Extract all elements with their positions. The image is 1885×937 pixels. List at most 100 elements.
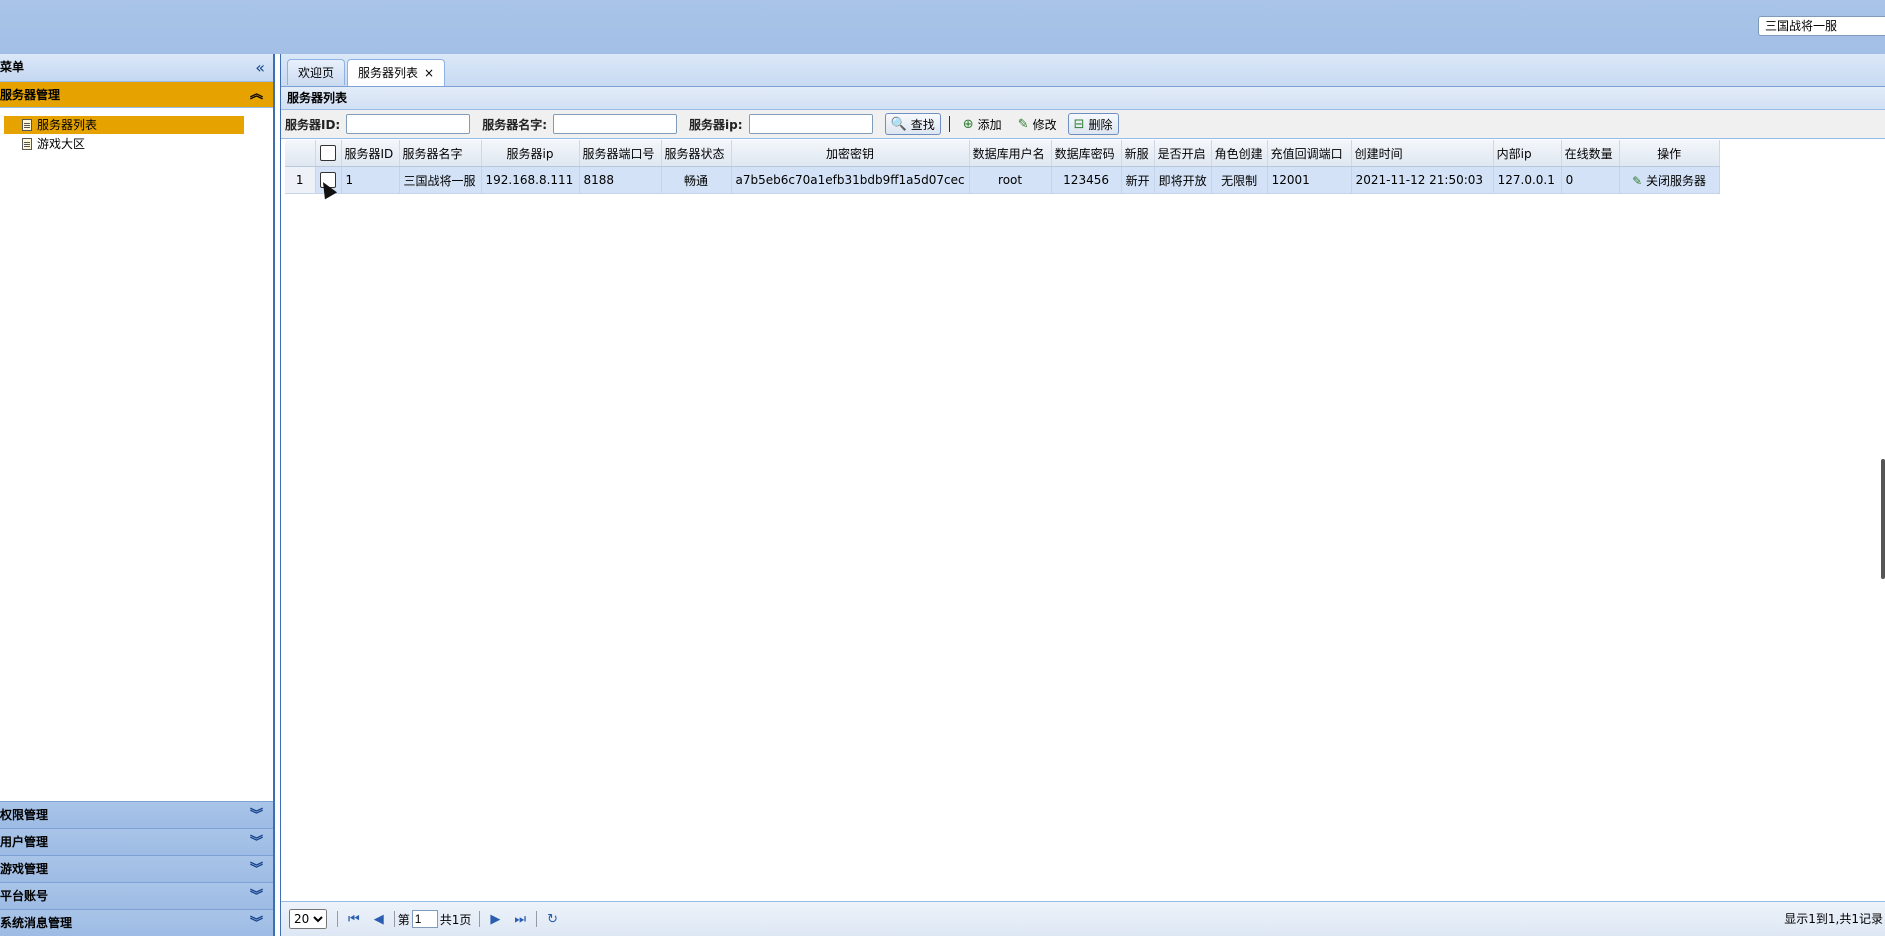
next-page-icon[interactable]: ▶ (490, 912, 500, 927)
sidebar-section-label: 游戏管理 (0, 862, 49, 876)
cell-open-status: 即将开放 (1154, 166, 1212, 194)
panel-title: 服务器列表 (281, 87, 1885, 110)
tree-item-label: 服务器列表 (37, 118, 98, 132)
sidebar-section-platform-accounts[interactable]: 平台账号 ︾ (0, 882, 273, 909)
column-header[interactable]: 数据库用户名 (969, 140, 1052, 167)
sidebar-section-label: 用户管理 (0, 835, 49, 849)
sidebar-title: 菜单 (0, 60, 25, 74)
sidebar-section-permissions[interactable]: 权限管理 ︾ (0, 801, 273, 828)
double-chevron-down-icon[interactable]: ︾ (250, 856, 263, 883)
server-ip-label: 服务器ip: (689, 117, 743, 132)
select-all-checkbox-cell[interactable] (315, 140, 342, 167)
row-number: 1 (285, 166, 316, 194)
scrollbar[interactable] (1881, 459, 1885, 579)
cell-online-count: 0 (1561, 166, 1620, 194)
cell-server-name: 三国战将一服 (399, 166, 482, 194)
refresh-icon[interactable]: ↻ (547, 912, 558, 927)
add-button-label: 添加 (977, 117, 1002, 132)
column-header[interactable]: 服务器ID (341, 140, 400, 167)
tab-strip: 欢迎页 服务器列表 × (281, 54, 1885, 87)
row-checkbox-cell[interactable] (315, 166, 342, 194)
column-header[interactable]: 充值回调端口 (1267, 140, 1352, 167)
select-all-checkbox[interactable] (320, 145, 336, 161)
sidebar-collapsed-sections: 权限管理 ︾ 用户管理 ︾ 游戏管理 ︾ 平台账号 ︾ 系统消息管理 ︾ (0, 801, 273, 936)
add-icon: ⊕ (962, 116, 974, 132)
row-checkbox[interactable] (320, 172, 336, 188)
table-row[interactable]: 1 1 三国战将一服 192.168.8.111 8188 畅通 a7b5eb6… (285, 166, 1720, 194)
pager-separator (337, 911, 338, 927)
sidebar-section-system-messages[interactable]: 系统消息管理 ︾ (0, 909, 273, 936)
edit-button[interactable]: ✎ 修改 (1013, 113, 1062, 135)
sidebar-section-label: 权限管理 (0, 808, 49, 822)
server-ip-input[interactable] (748, 114, 873, 134)
column-header[interactable]: 数据库密码 (1051, 140, 1122, 167)
rownum-header (285, 140, 316, 167)
double-chevron-down-icon[interactable]: ︾ (250, 883, 263, 910)
column-header[interactable]: 服务器状态 (661, 140, 732, 167)
double-chevron-down-icon[interactable]: ︾ (250, 802, 263, 829)
tab-welcome[interactable]: 欢迎页 (287, 59, 346, 85)
pager-separator (536, 911, 538, 927)
column-header[interactable]: 在线数量 (1561, 140, 1620, 167)
double-chevron-down-icon[interactable]: ︾ (250, 829, 263, 856)
search-button-label: 查找 (910, 117, 935, 132)
page-size-select[interactable]: 20 (289, 909, 327, 929)
toolbar-separator (948, 116, 950, 132)
search-toolbar: 服务器ID: 服务器名字: 服务器ip: 🔍 查找 ⊕ 添加 ✎ 修改 ⊟ 删除 (281, 110, 1885, 139)
prev-page-icon[interactable]: ◀ (374, 912, 384, 927)
pager-info: 显示1到1,共1记录 (1784, 912, 1883, 926)
tab-label: 欢迎页 (298, 66, 335, 80)
server-id-input[interactable] (346, 114, 471, 134)
column-header[interactable]: 服务器名字 (399, 140, 482, 167)
edit-button-label: 修改 (1032, 117, 1057, 132)
document-icon (22, 138, 32, 150)
delete-button-label: 删除 (1088, 117, 1113, 132)
sidebar-section-label: 系统消息管理 (0, 916, 73, 930)
add-button[interactable]: ⊕ 添加 (958, 113, 1007, 135)
sidebar-section-games[interactable]: 游戏管理 ︾ (0, 855, 273, 882)
tab-server-list[interactable]: 服务器列表 × (347, 59, 446, 86)
server-name-label: 服务器名字: (482, 117, 548, 132)
server-select[interactable]: 三国战将一服 (1758, 16, 1885, 36)
tree-item-server-list[interactable]: 服务器列表 (4, 116, 244, 134)
last-page-icon[interactable]: ⏭ (514, 912, 526, 927)
sidebar-section-label: 服务器管理 (0, 88, 61, 102)
column-header[interactable]: 是否开启 (1154, 140, 1212, 167)
sidebar-section-users[interactable]: 用户管理 ︾ (0, 828, 273, 855)
column-header[interactable]: 角色创建 (1211, 140, 1268, 167)
sidebar-tree: 服务器列表 游戏大区 (0, 108, 273, 153)
server-grid: 服务器ID 服务器名字 服务器ip 服务器端口号 服务器状态 加密密钥 数据库用… (285, 140, 1720, 194)
column-header[interactable]: 服务器端口号 (579, 140, 662, 167)
column-header[interactable]: 新服 (1121, 140, 1155, 167)
double-chevron-down-icon[interactable]: ︾ (250, 910, 263, 937)
sidebar-section-label: 平台账号 (0, 889, 49, 903)
column-header[interactable]: 创建时间 (1351, 140, 1494, 167)
close-server-link[interactable]: 关闭服务器 (1646, 174, 1706, 188)
column-header[interactable]: 加密密钥 (731, 140, 970, 167)
close-server-action[interactable]: ✎ 关闭服务器 (1619, 166, 1720, 194)
delete-button[interactable]: ⊟ 删除 (1067, 113, 1119, 135)
column-header[interactable]: 服务器ip (481, 140, 580, 167)
close-icon[interactable]: × (424, 66, 434, 80)
grid-header-row: 服务器ID 服务器名字 服务器ip 服务器端口号 服务器状态 加密密钥 数据库用… (285, 140, 1720, 167)
first-page-icon[interactable]: ⏮ (348, 912, 360, 927)
search-icon: 🔍 (890, 116, 907, 132)
cell-server-id: 1 (341, 166, 400, 194)
double-chevron-left-icon[interactable]: « (255, 54, 265, 81)
sidebar: 菜单 « 服务器管理 ︽ 服务器列表 游戏大区 权限管理 ︾ 用户管理 ︾ 游戏… (0, 54, 275, 936)
column-header[interactable]: 操作 (1619, 140, 1720, 167)
server-name-input[interactable] (553, 114, 678, 134)
pager-separator (393, 911, 395, 927)
search-button[interactable]: 🔍 查找 (884, 113, 941, 135)
sidebar-header: 菜单 « (0, 54, 273, 82)
tree-item-game-zone[interactable]: 游戏大区 (4, 135, 244, 153)
sidebar-section-server-management[interactable]: 服务器管理 ︽ (0, 82, 273, 108)
double-chevron-up-icon[interactable]: ︽ (250, 82, 263, 108)
page-number-input[interactable] (411, 910, 438, 928)
document-icon (22, 119, 32, 131)
tab-label: 服务器列表 (358, 66, 419, 80)
cell-db-user: root (969, 166, 1052, 194)
main-panel: 欢迎页 服务器列表 × 服务器列表 服务器ID: 服务器名字: 服务器ip: 🔍 … (280, 54, 1885, 936)
cell-server-status: 畅通 (661, 166, 732, 194)
column-header[interactable]: 内部ip (1493, 140, 1562, 167)
